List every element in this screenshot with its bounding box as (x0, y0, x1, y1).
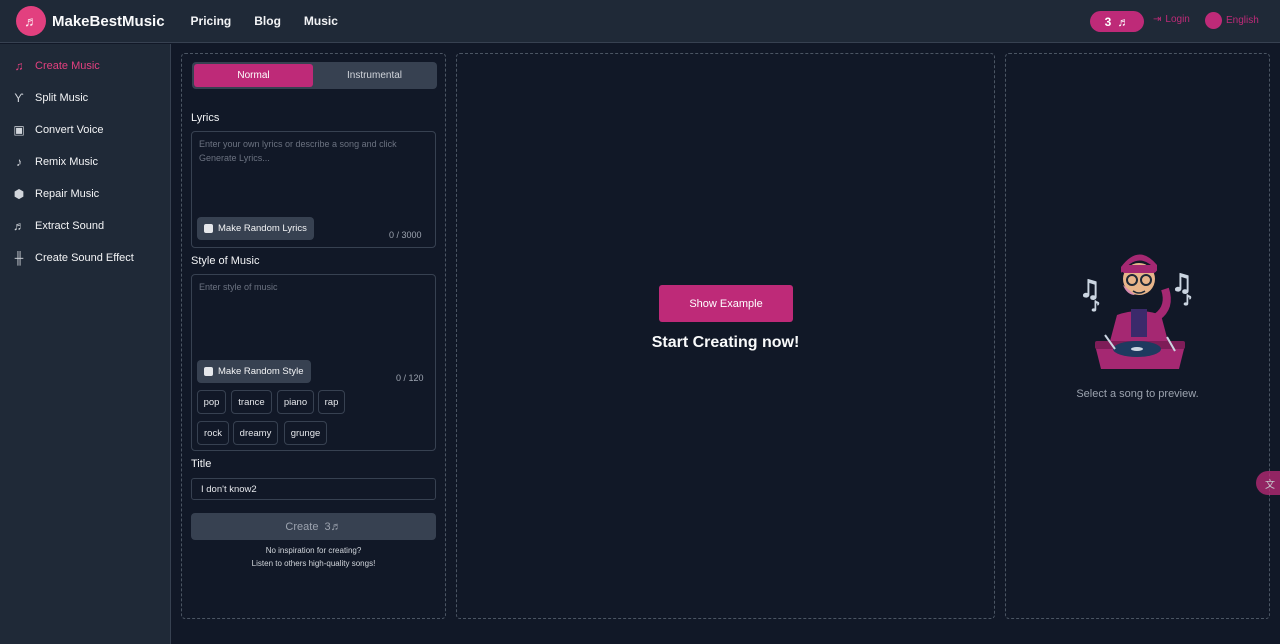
translate-icon[interactable]: 文 (1256, 471, 1280, 495)
style-tag[interactable]: rap (318, 390, 345, 414)
nav-pricing[interactable]: Pricing (191, 14, 232, 28)
preview-empty-text: Select a song to preview. (1076, 388, 1199, 400)
create-form-panel: Normal Instrumental Lyrics Make Random L… (181, 53, 446, 619)
show-example-button[interactable]: Show Example (659, 285, 793, 322)
style-tag[interactable]: dreamy (233, 421, 278, 445)
style-box: Make Random Style 0 / 120 pop trance pia… (191, 274, 436, 451)
login-icon: ⇥ (1153, 14, 1162, 25)
music-note-icon: ♫ (14, 59, 24, 73)
music-note-icon: ♬ (1117, 14, 1130, 29)
main-nav: Pricing Blog Music (191, 14, 361, 28)
remix-icon: ♪ (16, 155, 22, 169)
credits-count: 3 (1104, 14, 1112, 29)
cube-icon: ⬢ (13, 187, 25, 201)
split-icon: Ƴ (14, 91, 24, 105)
style-tag[interactable]: pop (197, 390, 226, 414)
sidebar-item-label: Extract Sound (35, 220, 105, 232)
top-header: ♬ MakeBestMusic Pricing Blog Music 3 ♬ ⇥… (0, 0, 1280, 43)
voice-icon: ▣ (13, 123, 25, 137)
globe-icon (1205, 12, 1222, 29)
lyrics-counter: 0 / 3000 (389, 230, 422, 240)
preview-panel: ♫ ♪ ♫ ♪ Select a song to preview. (1005, 53, 1270, 619)
dice-icon (204, 224, 213, 233)
inspiration-hint: No inspiration for creating? (265, 546, 362, 555)
language-label: English (1226, 15, 1259, 26)
sidebar-item-split-music[interactable]: Ƴ Split Music (12, 91, 88, 105)
create-label: Create (285, 520, 319, 533)
result-panel: Show Example Start Creating now! (456, 53, 995, 619)
title-label: Title (191, 458, 212, 470)
mode-toggle: Normal Instrumental (192, 62, 437, 89)
title-input[interactable] (191, 478, 436, 500)
random-style-button[interactable]: Make Random Style (197, 360, 311, 383)
logo[interactable]: ♬ MakeBestMusic (16, 6, 165, 36)
sidebar-item-label: Convert Voice (35, 124, 104, 136)
sidebar-item-remix-music[interactable]: ♪ Remix Music (12, 155, 98, 169)
login-label: Login (1165, 14, 1190, 25)
dj-illustration-icon: ♫ ♪ ♫ ♪ (1079, 254, 1193, 369)
logo-icon: ♬ (16, 6, 46, 36)
sidebar-item-label: Repair Music (35, 188, 100, 200)
extract-icon: ♬ (13, 219, 25, 233)
random-lyrics-button[interactable]: Make Random Lyrics (197, 217, 314, 240)
sidebar-item-label: Create Music (35, 60, 100, 72)
sidebar-item-label: Split Music (35, 92, 89, 104)
create-button[interactable]: Create 3♬ (191, 513, 436, 540)
dice-icon (204, 367, 213, 376)
mode-instrumental-button[interactable]: Instrumental (314, 64, 435, 87)
svg-text:♪: ♪ (1091, 299, 1100, 315)
nav-music[interactable]: Music (304, 14, 338, 28)
brand-name: MakeBestMusic (52, 12, 165, 30)
mode-normal-button[interactable]: Normal (194, 64, 313, 87)
inspiration-link[interactable]: Listen to others high-quality songs! (182, 559, 445, 568)
sidebar-item-label: Remix Music (35, 156, 98, 168)
style-counter: 0 / 120 (396, 373, 424, 383)
sidebar-item-repair-music[interactable]: ⬢ Repair Music (12, 187, 99, 201)
create-cost-value: 3 (324, 520, 331, 533)
random-style-label: Make Random Style (218, 366, 304, 377)
lyrics-input[interactable] (199, 137, 428, 207)
sidebar-item-create-music[interactable]: ♫ Create Music (12, 59, 100, 73)
style-tag[interactable]: rock (197, 421, 229, 445)
sidebar: ♫ Create Music Ƴ Split Music ▣ Convert V… (0, 44, 171, 644)
style-tag[interactable]: grunge (284, 421, 327, 445)
sidebar-item-convert-voice[interactable]: ▣ Convert Voice (12, 123, 103, 137)
style-input[interactable] (199, 280, 428, 350)
lyrics-label: Lyrics (191, 112, 220, 124)
nav-blog[interactable]: Blog (254, 14, 281, 28)
language-selector[interactable]: English (1205, 12, 1259, 29)
waveform-icon: ╫ (14, 251, 24, 265)
random-lyrics-label: Make Random Lyrics (218, 223, 307, 234)
sidebar-item-label: Create Sound Effect (35, 252, 134, 264)
start-creating-heading: Start Creating now! (651, 334, 800, 351)
create-cost: 3♬ (324, 520, 342, 533)
style-tag[interactable]: trance (231, 390, 272, 414)
style-tag[interactable]: piano (277, 390, 314, 414)
svg-text:♪: ♪ (1183, 293, 1192, 309)
credits-badge[interactable]: 3 ♬ (1090, 11, 1144, 32)
login-link[interactable]: ⇥ Login (1153, 14, 1190, 25)
sidebar-item-create-sound-effect[interactable]: ╫ Create Sound Effect (12, 251, 134, 265)
style-label: Style of Music (191, 255, 260, 267)
sidebar-item-extract-sound[interactable]: ♬ Extract Sound (12, 219, 104, 233)
lyrics-box: Make Random Lyrics 0 / 3000 (191, 131, 436, 248)
